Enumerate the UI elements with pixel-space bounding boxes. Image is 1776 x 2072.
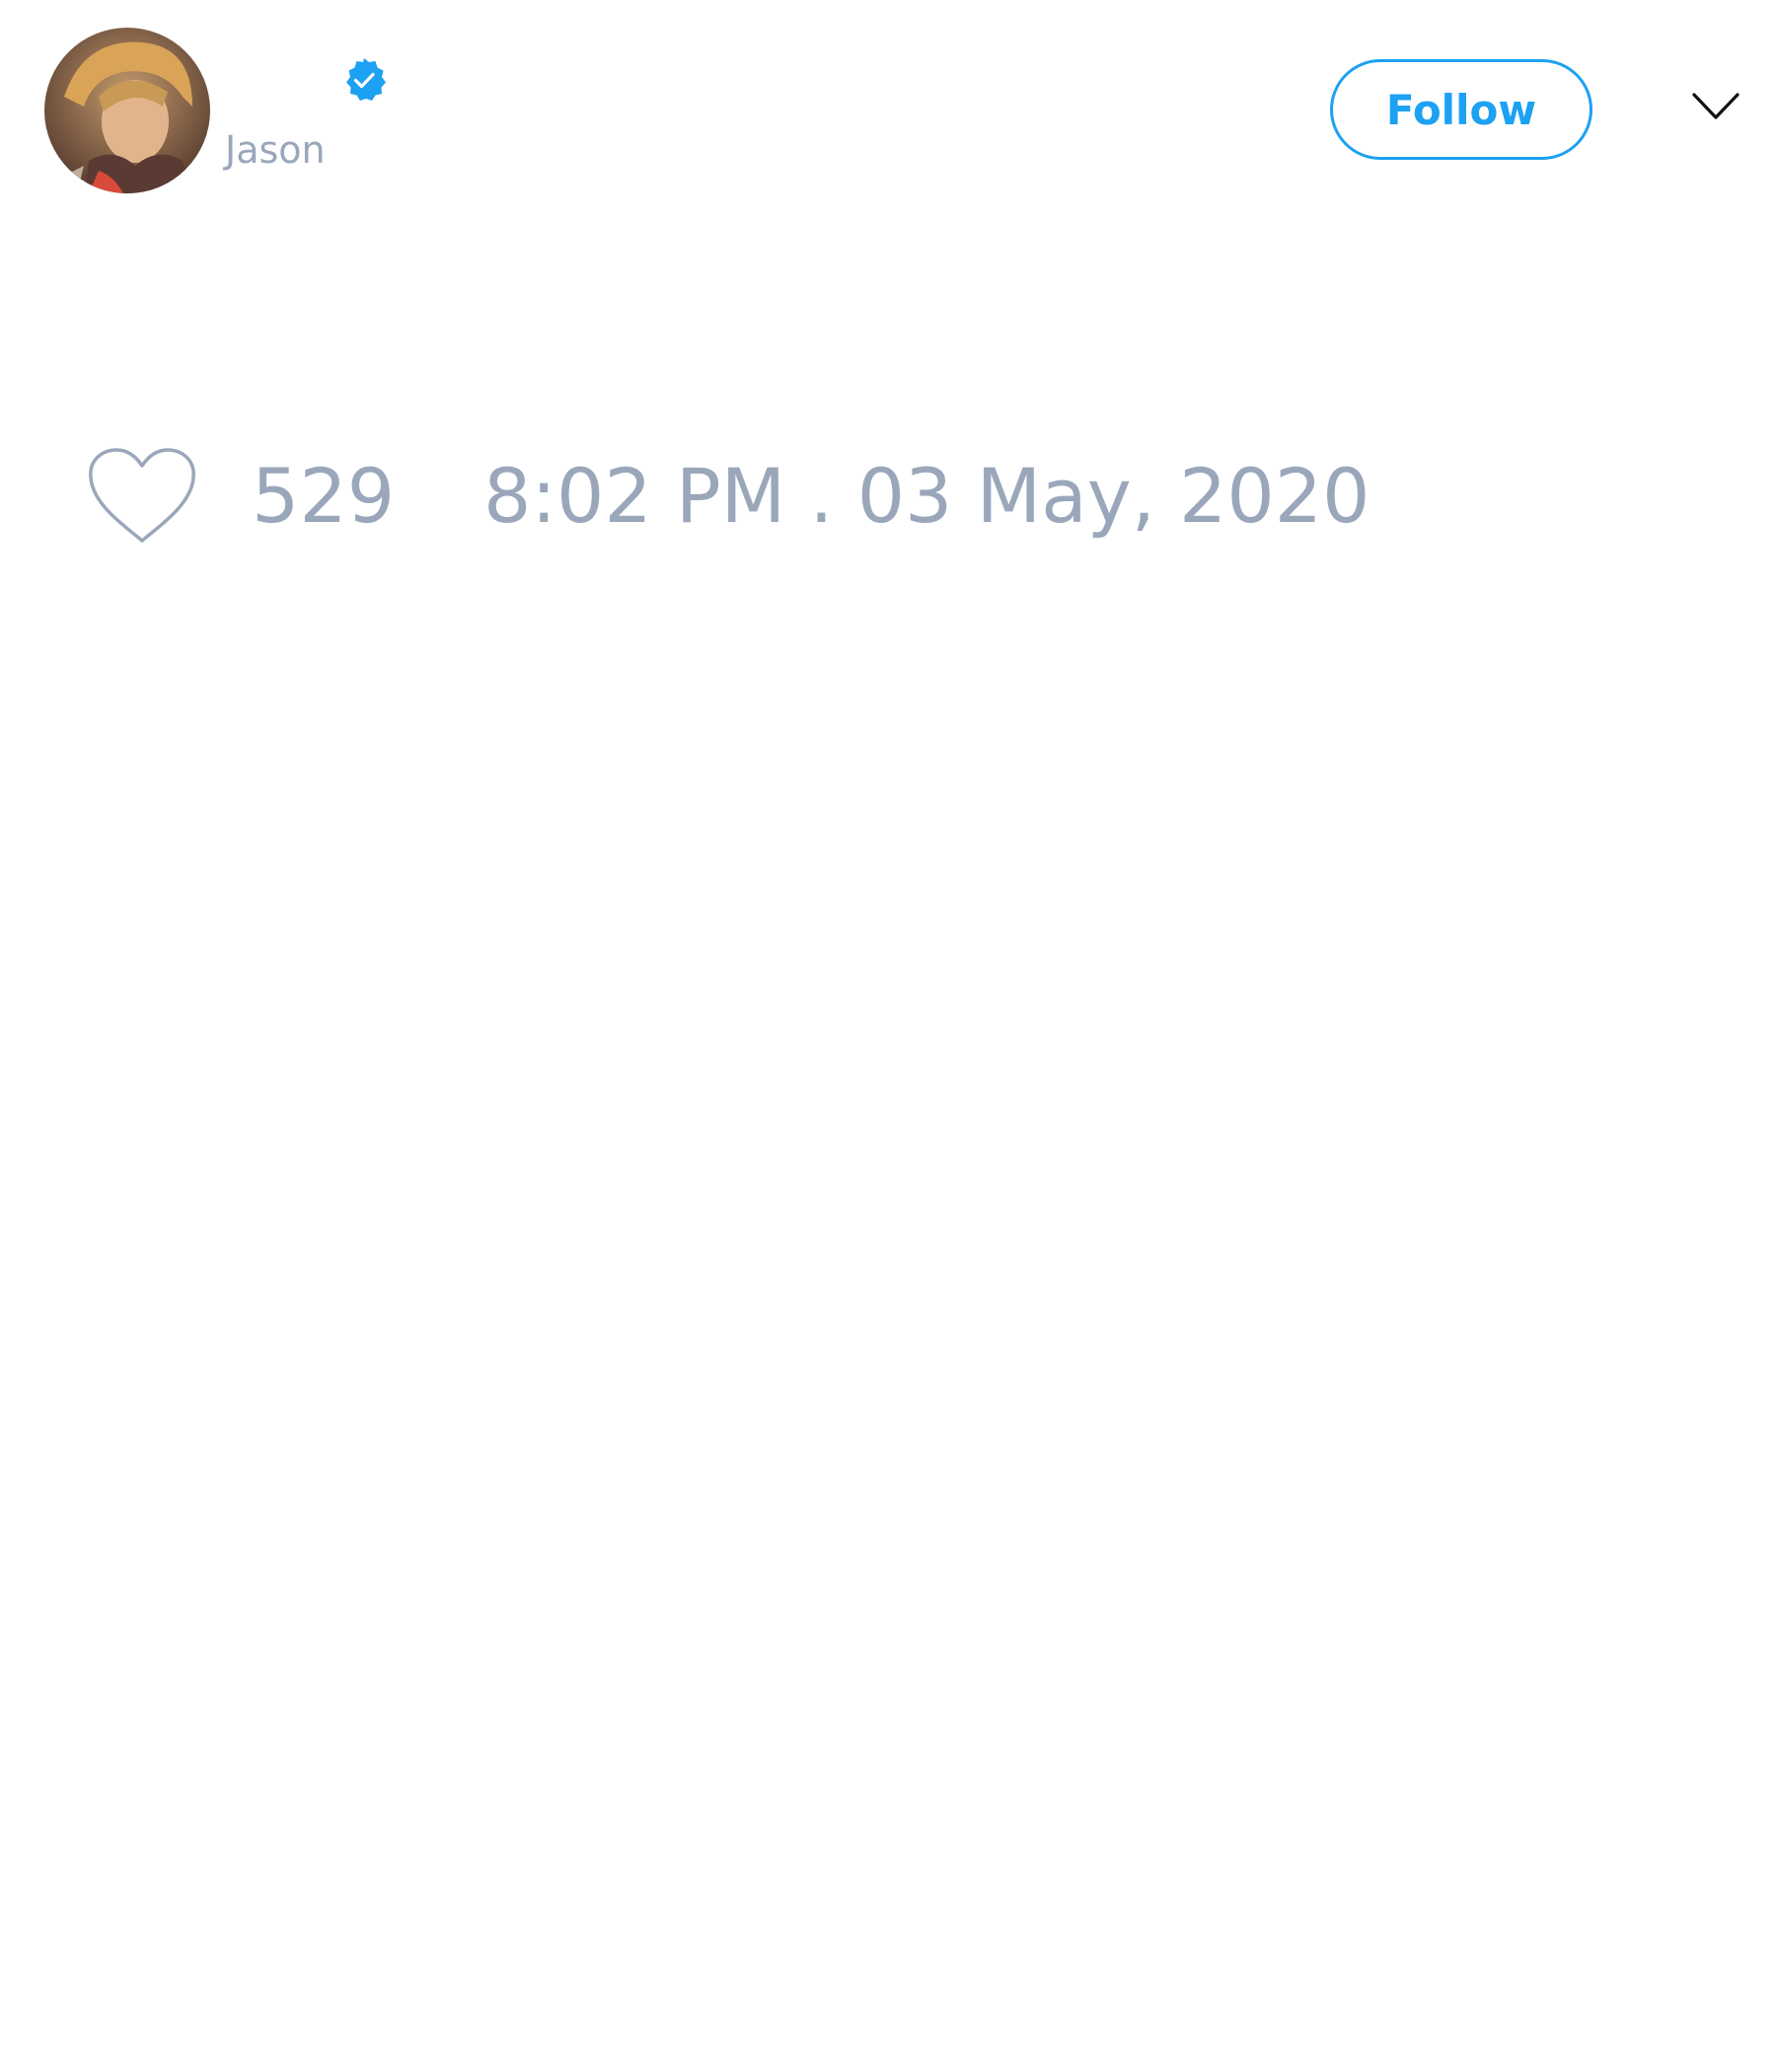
tweet-timestamp[interactable]: 8:02 PM . 03 May, 2020 bbox=[483, 452, 1369, 541]
like-count: 529 bbox=[252, 452, 396, 540]
avatar[interactable] bbox=[44, 28, 210, 193]
follow-button[interactable]: Follow bbox=[1330, 59, 1592, 160]
heart-outline bbox=[89, 448, 195, 543]
chevron-down-icon[interactable] bbox=[1691, 91, 1740, 122]
tweet-card: Jason Follow 529 8:02 PM . 03 May, 2020 bbox=[0, 0, 1776, 2072]
verified-badge-icon bbox=[346, 58, 386, 101]
heart-icon[interactable] bbox=[87, 446, 197, 545]
user-handle[interactable]: Jason bbox=[225, 126, 326, 174]
avatar-photo bbox=[44, 28, 210, 193]
chevron-stroke bbox=[1692, 93, 1739, 119]
